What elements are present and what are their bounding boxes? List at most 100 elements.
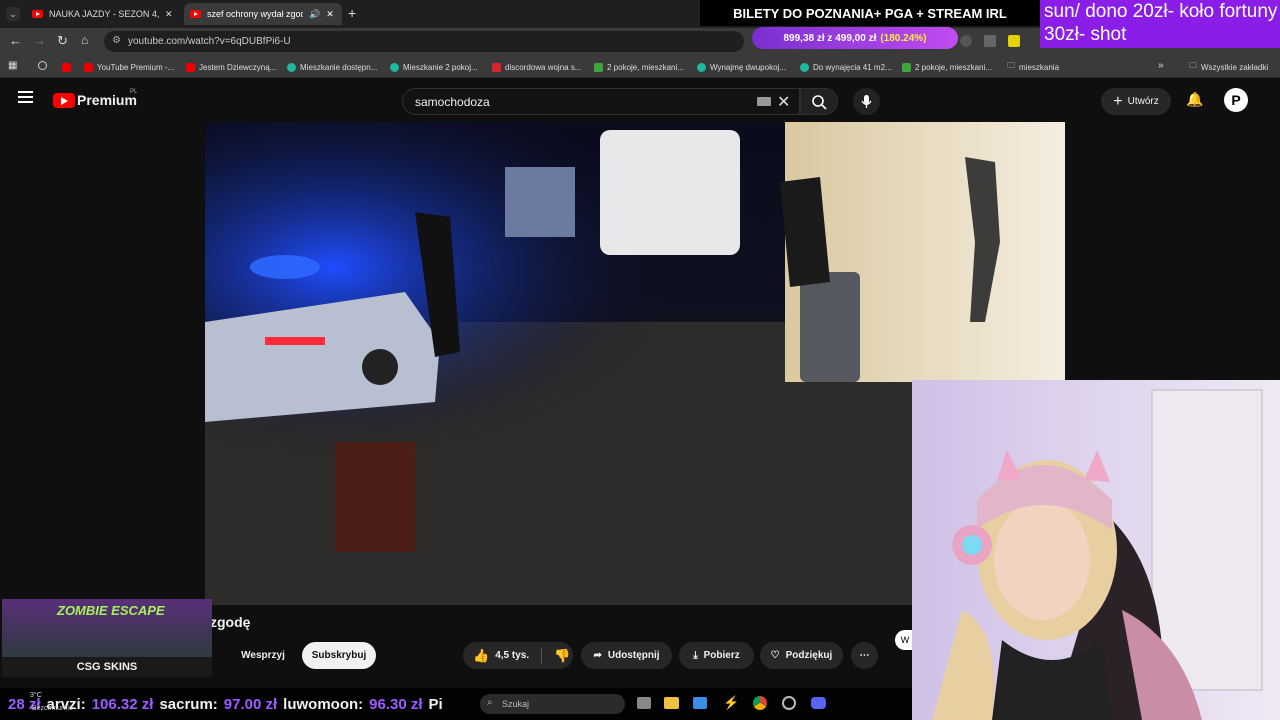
- search-value: samochodoza: [415, 94, 490, 109]
- download-label: Pobierz: [703, 650, 740, 661]
- close-icon[interactable]: ✕: [326, 9, 334, 20]
- bookmark-item[interactable]: Mieszkanie dostępn...: [287, 60, 377, 74]
- search-button[interactable]: [800, 88, 838, 115]
- donation-goal: 899,38 zł z 499,00 zł (180.24%): [752, 27, 958, 49]
- ticker-name: sacrum:: [159, 695, 218, 713]
- bookmark-item[interactable]: Do wynajęcia 41 m2...: [800, 60, 892, 74]
- clear-icon[interactable]: ✕: [777, 92, 790, 112]
- tab-nauka-jazdy[interactable]: NAUKA JAZDY - SEZON 4, ODC ✕: [26, 3, 182, 25]
- ticker-amount: 106.32 zł: [91, 695, 154, 713]
- like-count[interactable]: 4,5 tys.: [495, 650, 529, 661]
- sponsor-ad: ZOMBIE ESCAPE CSG SKINS: [2, 599, 212, 677]
- ticker-name: luwomoon:: [283, 695, 364, 713]
- discord-icon[interactable]: [811, 697, 826, 709]
- bookmark-label: discordowa wojna s...: [505, 62, 582, 72]
- site-info-icon[interactable]: ⚙: [112, 35, 121, 46]
- more-horiz-icon: ⋯: [859, 650, 870, 661]
- youtube-icon: [186, 62, 195, 72]
- youtube-premium-logo[interactable]: Premium: [77, 92, 137, 108]
- menu-icon[interactable]: [18, 91, 33, 103]
- olx-icon: [594, 62, 603, 72]
- share-label: Udostępnij: [607, 650, 660, 661]
- forward-icon[interactable]: →: [33, 33, 46, 48]
- donation-ticker: 28 zł arvzi: 106.32 zł sacrum: 97.00 zł …: [0, 688, 912, 720]
- tab-search-button[interactable]: ⌄: [6, 7, 20, 21]
- ticker-amount: 96.30 zł: [369, 695, 423, 713]
- donate-line: 30zł- shot: [1044, 24, 1127, 45]
- bookmark-label: 2 pokoje, mieszkani...: [607, 62, 684, 72]
- youtube-favicon-icon: [190, 10, 201, 18]
- address-bar[interactable]: ⚙ youtube.com/watch?v=6qDUBfPi6-U: [104, 31, 744, 52]
- all-bookmarks-folder[interactable]: 🗀 Wszystkie zakładki: [1189, 60, 1268, 74]
- ad-title: ZOMBIE ESCAPE: [57, 603, 165, 618]
- bookmark-item[interactable]: Mieszkanie 2 pokoj...: [390, 60, 478, 74]
- new-tab-button[interactable]: +: [348, 5, 356, 21]
- app-icon[interactable]: ⚡: [723, 695, 739, 711]
- donate-line: sun/ dono 20zł- koło fortuny: [1044, 1, 1278, 22]
- download-button[interactable]: ⤓ Pobierz: [679, 642, 754, 669]
- taskbar-search[interactable]: ⌕ Szukaj: [480, 694, 625, 714]
- bookmark-label: 2 pokoje, mieszkani...: [915, 62, 992, 72]
- support-button[interactable]: Wesprzyj: [231, 642, 295, 669]
- goal-percent: (180.24%): [880, 32, 927, 44]
- otodom-icon: [800, 62, 809, 72]
- search-input[interactable]: samochodoza ✕: [402, 88, 800, 115]
- extension-icon[interactable]: [1008, 35, 1020, 47]
- otodom-icon: [287, 62, 296, 72]
- video-title: zgodę: [210, 614, 251, 630]
- youtube-icon: [62, 62, 71, 72]
- plus-icon: +: [1113, 92, 1123, 110]
- avatar[interactable]: P: [1224, 88, 1248, 112]
- bookmark-item[interactable]: 2 pokoje, mieszkani...: [902, 60, 992, 74]
- tab-szef-ochrony[interactable]: szef ochrony wydał zgodę 🔊 ✕: [184, 3, 342, 25]
- voice-search-button[interactable]: [853, 88, 880, 115]
- apps-grid-icon[interactable]: ▦: [8, 60, 17, 71]
- bell-icon[interactable]: 🔔: [1186, 91, 1203, 108]
- thanks-button[interactable]: ♡ Podziękuj: [760, 642, 843, 669]
- thanks-label: Podziękuj: [785, 650, 833, 661]
- tab-label: szef ochrony wydał zgodę: [207, 9, 303, 19]
- bookmark-item[interactable]: 2 pokoje, mieszkani...: [594, 60, 684, 74]
- url-text: youtube.com/watch?v=6qDUBfPi6-U: [128, 36, 291, 47]
- keyboard-icon[interactable]: [757, 97, 771, 106]
- thumbs-up-icon[interactable]: 👍: [473, 648, 489, 664]
- folder-icon: 🗀: [1189, 61, 1197, 70]
- download-icon: ⤓: [693, 650, 698, 661]
- bookmark-folder[interactable]: 🗀 mieszkania: [1007, 60, 1059, 74]
- store-icon[interactable]: [693, 697, 707, 709]
- extension-icon[interactable]: [984, 35, 996, 47]
- bookmark-item[interactable]: discordowa wojna s...: [492, 60, 581, 74]
- thumbs-down-icon[interactable]: 👎: [554, 648, 570, 664]
- goal-amount: 899,38 zł z 499,00 zł: [783, 32, 877, 44]
- bookmark-label: Wszystkie zakładki: [1201, 62, 1269, 72]
- webcam-frame: [912, 380, 1280, 720]
- more-bookmarks-icon[interactable]: »: [1158, 60, 1164, 71]
- bookmark-label: mieszkania: [1019, 62, 1060, 72]
- bookmark-item[interactable]: [62, 60, 71, 74]
- extension-icon[interactable]: [960, 35, 972, 47]
- file-explorer-icon[interactable]: [664, 697, 679, 709]
- chrome-icon[interactable]: [753, 696, 767, 710]
- settings-icon[interactable]: [782, 696, 796, 710]
- bookmark-icon[interactable]: [38, 61, 47, 70]
- reload-icon[interactable]: ↻: [57, 33, 68, 49]
- close-icon[interactable]: ✕: [165, 9, 173, 20]
- u-icon: [492, 62, 501, 72]
- share-button[interactable]: ➦ Udostępnij: [581, 642, 672, 669]
- youtube-icon: [84, 62, 93, 72]
- taskbar-search-label: Szukaj: [502, 699, 530, 709]
- logo-region: PL: [130, 89, 138, 95]
- more-actions-button[interactable]: ⋯: [851, 642, 878, 669]
- subscribe-button[interactable]: Subskrybuj: [302, 642, 376, 669]
- home-icon[interactable]: ⌂: [81, 33, 88, 47]
- bookmark-label: Wynajmę dwupokoj...: [710, 62, 786, 72]
- bookmark-item[interactable]: Wynajmę dwupokoj...: [697, 60, 786, 74]
- task-view-icon[interactable]: [637, 697, 651, 709]
- bookmark-item[interactable]: Jestem Dziewczyną...: [186, 60, 276, 74]
- donation-info: sun/ dono 20zł- koło fortuny 30zł- shot: [1040, 0, 1280, 48]
- back-icon[interactable]: ←: [9, 33, 22, 48]
- create-button[interactable]: + Utwórz: [1101, 88, 1171, 115]
- bookmark-item[interactable]: YouTube Premium -...: [84, 60, 174, 74]
- speaker-icon[interactable]: 🔊: [309, 9, 320, 20]
- youtube-logo-icon[interactable]: [53, 93, 75, 108]
